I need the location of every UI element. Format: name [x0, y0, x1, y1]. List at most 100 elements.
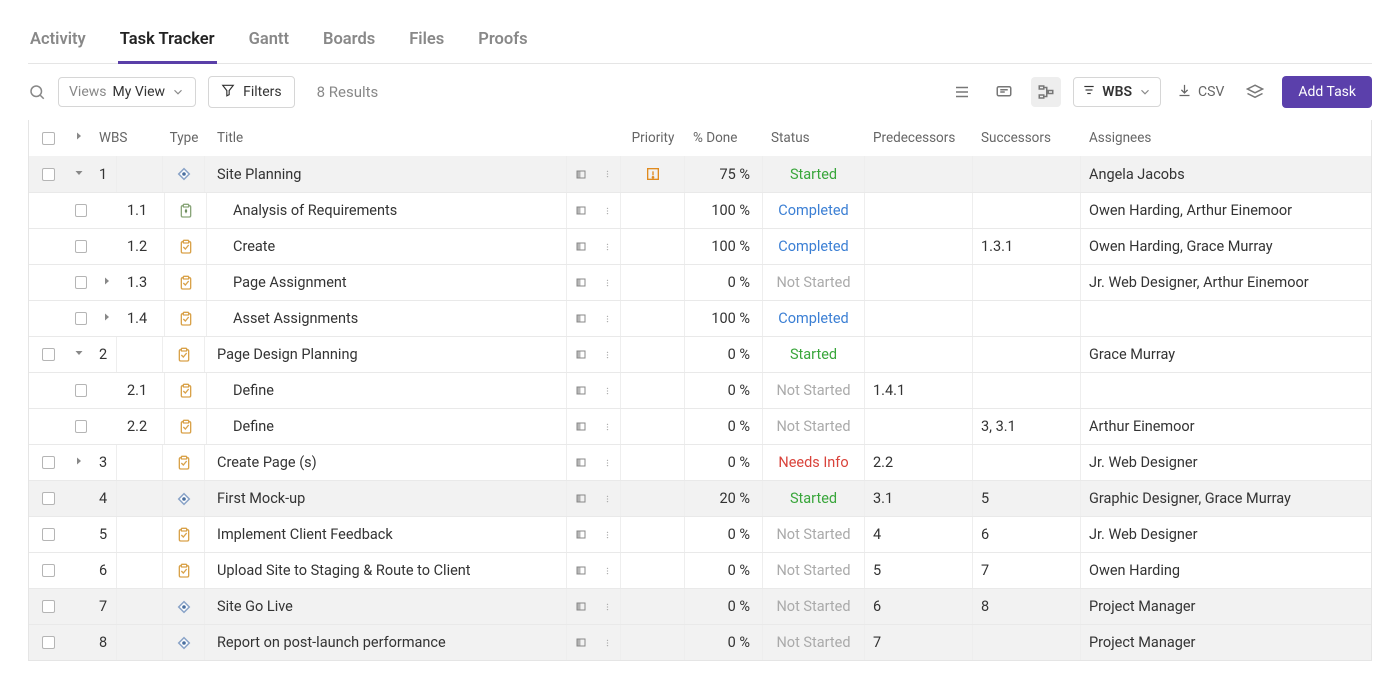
row-checkbox[interactable] [42, 636, 55, 649]
table-row[interactable]: 1.1Analysis of Requirements100 %Complete… [29, 192, 1371, 228]
predecessors-cell[interactable] [865, 229, 973, 264]
assignees-cell[interactable]: Owen Harding [1081, 553, 1371, 588]
predecessors-cell[interactable]: 3.1 [865, 481, 973, 516]
expand-all-icon[interactable] [73, 130, 85, 146]
status-cell[interactable]: Needs Info [763, 445, 865, 480]
table-row[interactable]: 2.2Define0 %Not Started3, 3.1Arthur Eine… [29, 408, 1371, 444]
row-menu-icon[interactable] [595, 517, 621, 552]
assignees-cell[interactable]: Jr. Web Designer, Arthur Einemoor [1081, 265, 1371, 300]
priority-cell[interactable] [621, 337, 685, 372]
priority-cell[interactable] [621, 589, 685, 624]
comments-icon[interactable] [989, 77, 1019, 107]
status-cell[interactable]: Not Started [763, 517, 865, 552]
title-cell[interactable]: Analysis of Requirements [207, 193, 567, 228]
predecessors-cell[interactable]: 7 [865, 625, 973, 660]
predecessors-cell[interactable]: 6 [865, 589, 973, 624]
successors-cell[interactable]: 1.3.1 [973, 229, 1081, 264]
panel-icon[interactable] [567, 589, 595, 624]
successors-cell[interactable] [973, 625, 1081, 660]
col-percent-done[interactable]: % Done [685, 120, 763, 156]
priority-cell[interactable] [621, 517, 685, 552]
table-row[interactable]: 6Upload Site to Staging & Route to Clien… [29, 552, 1371, 588]
priority-cell[interactable] [621, 553, 685, 588]
predecessors-cell[interactable] [865, 337, 973, 372]
priority-cell[interactable] [621, 156, 685, 192]
status-cell[interactable]: Completed [763, 301, 865, 336]
expand-icon[interactable] [101, 274, 113, 291]
col-predecessors[interactable]: Predecessors [865, 120, 973, 156]
expand-icon[interactable] [73, 166, 85, 183]
assignees-cell[interactable]: Graphic Designer, Grace Murray [1081, 481, 1371, 516]
row-menu-icon[interactable] [595, 553, 621, 588]
table-row[interactable]: 1.4Asset Assignments100 %Completed [29, 300, 1371, 336]
title-cell[interactable]: Site Planning [205, 156, 567, 192]
percent-done-cell[interactable]: 0 % [685, 337, 763, 372]
panel-icon[interactable] [567, 373, 595, 408]
assignees-cell[interactable] [1081, 373, 1371, 408]
table-row[interactable]: 8Report on post-launch performance0 %Not… [29, 624, 1371, 660]
panel-icon[interactable] [567, 156, 595, 192]
expand-icon[interactable] [73, 346, 85, 363]
row-checkbox[interactable] [42, 564, 55, 577]
assignees-cell[interactable]: Jr. Web Designer [1081, 445, 1371, 480]
predecessors-cell[interactable] [865, 301, 973, 336]
row-checkbox[interactable] [75, 420, 87, 433]
successors-cell[interactable]: 7 [973, 553, 1081, 588]
status-cell[interactable]: Not Started [763, 553, 865, 588]
row-menu-icon[interactable] [595, 229, 621, 264]
status-cell[interactable]: Started [763, 156, 865, 192]
percent-done-cell[interactable]: 100 % [685, 229, 763, 264]
priority-cell[interactable] [621, 265, 685, 300]
priority-cell[interactable] [621, 373, 685, 408]
percent-done-cell[interactable]: 100 % [685, 301, 763, 336]
status-cell[interactable]: Not Started [763, 265, 865, 300]
priority-cell[interactable] [621, 625, 685, 660]
title-cell[interactable]: Asset Assignments [207, 301, 567, 336]
expand-icon[interactable] [73, 454, 85, 471]
title-cell[interactable]: Define [207, 409, 567, 444]
layers-icon[interactable] [1240, 77, 1270, 107]
expand-icon[interactable] [101, 310, 113, 327]
priority-cell[interactable] [621, 445, 685, 480]
assignees-cell[interactable]: Project Manager [1081, 625, 1371, 660]
row-checkbox[interactable] [42, 528, 55, 541]
views-select[interactable]: Views My View [58, 77, 196, 107]
title-cell[interactable]: Page Assignment [207, 265, 567, 300]
table-row[interactable]: 3Create Page (s)0 %Needs Info2.2Jr. Web … [29, 444, 1371, 480]
row-checkbox[interactable] [42, 600, 55, 613]
predecessors-cell[interactable]: 5 [865, 553, 973, 588]
row-menu-icon[interactable] [595, 445, 621, 480]
col-title[interactable]: Title [205, 120, 567, 156]
tab-gantt[interactable]: Gantt [247, 22, 291, 64]
row-menu-icon[interactable] [595, 625, 621, 660]
percent-done-cell[interactable]: 0 % [685, 373, 763, 408]
successors-cell[interactable] [973, 337, 1081, 372]
dependencies-icon[interactable] [1031, 77, 1061, 107]
percent-done-cell[interactable]: 0 % [685, 409, 763, 444]
panel-icon[interactable] [567, 301, 595, 336]
row-menu-icon[interactable] [595, 156, 621, 192]
row-menu-icon[interactable] [595, 337, 621, 372]
row-checkbox[interactable] [75, 312, 87, 325]
predecessors-cell[interactable] [865, 193, 973, 228]
status-cell[interactable]: Completed [763, 193, 865, 228]
row-checkbox[interactable] [75, 240, 87, 253]
status-cell[interactable]: Started [763, 481, 865, 516]
title-cell[interactable]: Report on post-launch performance [205, 625, 567, 660]
priority-cell[interactable] [621, 193, 685, 228]
predecessors-cell[interactable] [865, 265, 973, 300]
table-row[interactable]: 2Page Design Planning0 %StartedGrace Mur… [29, 336, 1371, 372]
successors-cell[interactable] [973, 373, 1081, 408]
title-cell[interactable]: Page Design Planning [205, 337, 567, 372]
row-checkbox[interactable] [75, 384, 87, 397]
tab-task-tracker[interactable]: Task Tracker [118, 22, 217, 64]
table-row[interactable]: 1Site Planning75 %StartedAngela Jacobs [29, 156, 1371, 192]
row-checkbox[interactable] [75, 204, 87, 217]
search-icon[interactable] [28, 83, 46, 101]
status-cell[interactable]: Not Started [763, 589, 865, 624]
panel-icon[interactable] [567, 517, 595, 552]
panel-icon[interactable] [567, 409, 595, 444]
predecessors-cell[interactable] [865, 409, 973, 444]
list-view-icon[interactable] [947, 77, 977, 107]
assignees-cell[interactable]: Jr. Web Designer [1081, 517, 1371, 552]
